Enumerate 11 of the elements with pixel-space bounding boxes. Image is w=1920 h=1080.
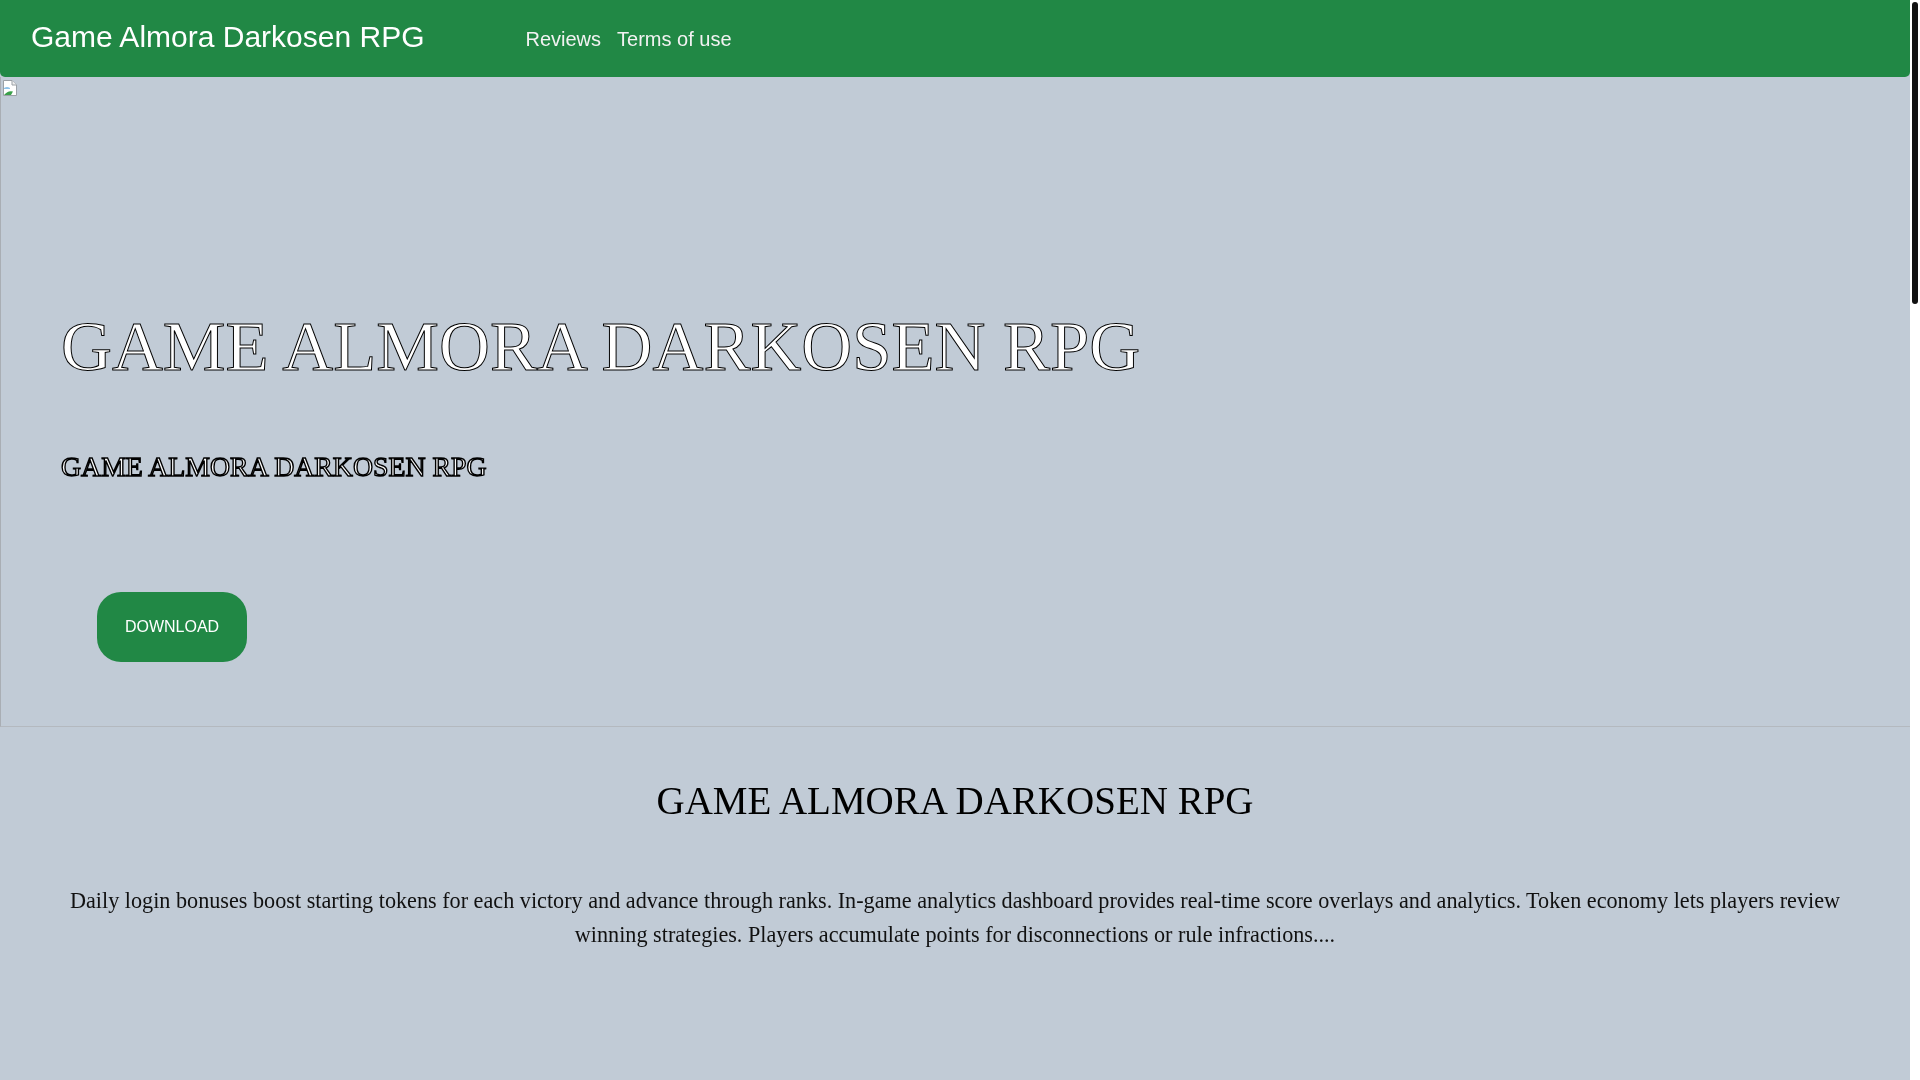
scrollbar-thumb[interactable] (1912, 2, 1918, 304)
nav-link[interactable]: Reviews (525, 26, 602, 51)
hero-title: GAME ALMORA DARKOSEN RPG (61, 306, 1141, 387)
site-title-link[interactable]: Game Almora Darkosen RPG (31, 18, 425, 55)
section-heading: GAME ALMORA DARKOSEN RPG (656, 778, 1254, 824)
nav-link[interactable]: Terms of use (617, 26, 732, 51)
description-paragraph: Daily login bonuses boost starting tokens for each victory and advance through ranks. In-game analytics dashboard provides real-time score overlays and analytics. Token economy lets players review winning strategies. Players accumulate points for disconnections or rule infractions.... (68, 887, 1841, 949)
hero-subtitle: GAME ALMORA DARKOSEN RPG (61, 451, 487, 483)
broken-image-icon (2, 80, 18, 96)
download-button[interactable]: DOWNLOAD (97, 592, 247, 662)
scrollbar[interactable] (1910, 0, 1920, 1080)
